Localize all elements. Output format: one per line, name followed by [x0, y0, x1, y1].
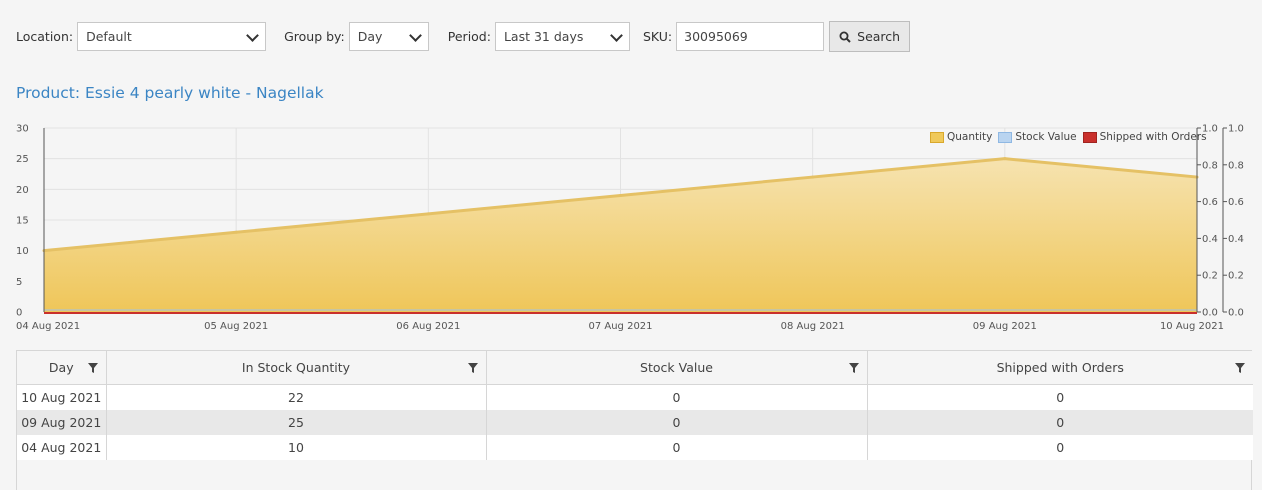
quantity-point — [1003, 157, 1007, 161]
chevron-down-icon — [246, 29, 259, 42]
quantity-chart: 0 5 10 15 20 25 30 04 Aug 2021 05 Aug 2021 06 Aug… — [16, 124, 1244, 333]
y-right-tick-label: 0.6 — [1202, 197, 1218, 208]
group-by-value: Day — [357, 29, 383, 44]
x-tick-label: 08 Aug 2021 — [781, 321, 845, 332]
sku-label: SKU: — [642, 29, 673, 44]
y-tick-label: 30 — [16, 124, 29, 135]
x-tick-label: 04 Aug 2021 — [16, 321, 80, 332]
legend-swatch — [930, 131, 944, 143]
legend-item[interactable]: Stock Value — [998, 131, 1077, 143]
y-right2-tick-label: 0.8 — [1228, 160, 1244, 171]
y-right2-tick-label: 0.2 — [1228, 271, 1244, 282]
legend-label: Quantity — [947, 131, 993, 143]
legend-item[interactable]: Shipped with Orders — [1082, 131, 1207, 143]
cell-in-stock-quantity: 22 — [106, 384, 487, 410]
filter-icon[interactable] — [87, 363, 98, 373]
x-tick-label: 09 Aug 2021 — [973, 321, 1037, 332]
cell-stock-value: 0 — [486, 435, 868, 460]
table-row[interactable]: 04 Aug 2021 10 0 0 — [17, 435, 1253, 460]
quantity-point — [811, 175, 815, 179]
chevron-down-icon — [408, 29, 422, 42]
x-tick-label: 10 Aug 2021 — [1160, 321, 1224, 332]
x-tick-label: 07 Aug 2021 — [588, 321, 652, 332]
group-by-label: Group by: — [284, 29, 345, 44]
search-button-label: Search — [857, 29, 901, 44]
period-label: Period: — [447, 29, 491, 44]
y-right-tick-label: 0.2 — [1202, 271, 1218, 282]
cell-in-stock-quantity: 10 — [106, 435, 487, 460]
column-header-shipped-with-orders[interactable]: Shipped with Orders — [867, 351, 1253, 385]
filter-icon[interactable] — [467, 363, 478, 373]
cell-shipped-with-orders: 0 — [867, 384, 1253, 410]
period-value: Last 31 days — [503, 29, 584, 44]
quantity-point — [619, 193, 622, 197]
y-tick-label: 0 — [16, 308, 22, 319]
filter-icon[interactable] — [848, 363, 859, 373]
location-label: Location: — [16, 29, 74, 44]
column-header-label: Shipped with Orders — [996, 360, 1124, 375]
y-right2-tick-label: 0.0 — [1228, 308, 1244, 319]
quantity-point — [234, 230, 238, 234]
quantity-point — [426, 212, 430, 216]
table-row[interactable]: 10 Aug 2021 22 0 0 — [17, 384, 1253, 410]
location-select[interactable]: Default — [77, 22, 267, 51]
legend-swatch — [998, 131, 1013, 143]
search-icon — [839, 31, 851, 43]
column-header-day[interactable]: Day — [17, 351, 107, 385]
column-header-label: In Stock Quantity — [241, 360, 351, 375]
chevron-down-icon — [610, 29, 623, 42]
period-select[interactable]: Last 31 days — [494, 22, 630, 51]
y-right2-tick-label: 1.0 — [1228, 124, 1244, 135]
legend-item[interactable]: Quantity — [930, 131, 992, 143]
search-button[interactable]: Search — [829, 21, 911, 52]
filter-icon[interactable] — [1235, 363, 1245, 373]
cell-stock-value: 0 — [486, 410, 868, 435]
group-by-select[interactable]: Day — [348, 22, 429, 51]
y-tick-label: 5 — [16, 277, 22, 288]
column-header-in-stock-quantity[interactable]: In Stock Quantity — [106, 351, 487, 385]
column-header-label: Stock Value — [640, 360, 713, 375]
cell-stock-value: 0 — [486, 384, 868, 410]
legend-label: Shipped with Orders — [1099, 131, 1207, 143]
y-right2-tick-label: 0.4 — [1228, 234, 1244, 245]
y-tick-label: 20 — [16, 185, 29, 196]
y-tick-label: 15 — [16, 216, 29, 227]
cell-shipped-with-orders: 0 — [867, 410, 1253, 435]
cell-day: 10 Aug 2021 — [17, 384, 107, 410]
data-grid: Day In Stock Quantity Stock Value Shippe… — [16, 350, 1253, 490]
cell-day: 04 Aug 2021 — [17, 435, 107, 460]
location-value: Default — [86, 29, 132, 44]
column-header-label: Day — [48, 360, 74, 375]
product-title: Product: Essie 4 pearly white - Nagellak — [16, 84, 324, 102]
y-right-tick-label: 0.4 — [1202, 234, 1218, 245]
column-header-stock-value[interactable]: Stock Value — [486, 351, 868, 385]
cell-in-stock-quantity: 25 — [106, 410, 487, 435]
legend-swatch — [1082, 131, 1097, 143]
legend-label: Stock Value — [1015, 131, 1077, 143]
y-right-tick-label: 0.8 — [1202, 160, 1218, 171]
filter-bar: Location: Default Group by: Day Period: … — [16, 21, 911, 52]
y-tick-label: 10 — [16, 246, 29, 257]
y-right2-tick-label: 0.6 — [1228, 197, 1244, 208]
sku-input[interactable] — [676, 22, 825, 51]
y-right-tick-label: 0.0 — [1202, 308, 1218, 319]
x-tick-label: 05 Aug 2021 — [204, 321, 268, 332]
x-tick-label: 06 Aug 2021 — [396, 321, 460, 332]
y-tick-label: 25 — [16, 154, 29, 165]
table-row[interactable]: 09 Aug 2021 25 0 0 — [17, 410, 1253, 435]
cell-shipped-with-orders: 0 — [867, 435, 1253, 460]
cell-day: 09 Aug 2021 — [17, 410, 107, 435]
chart-legend: Quantity Stock Value Shipped with Orders — [930, 131, 1213, 143]
